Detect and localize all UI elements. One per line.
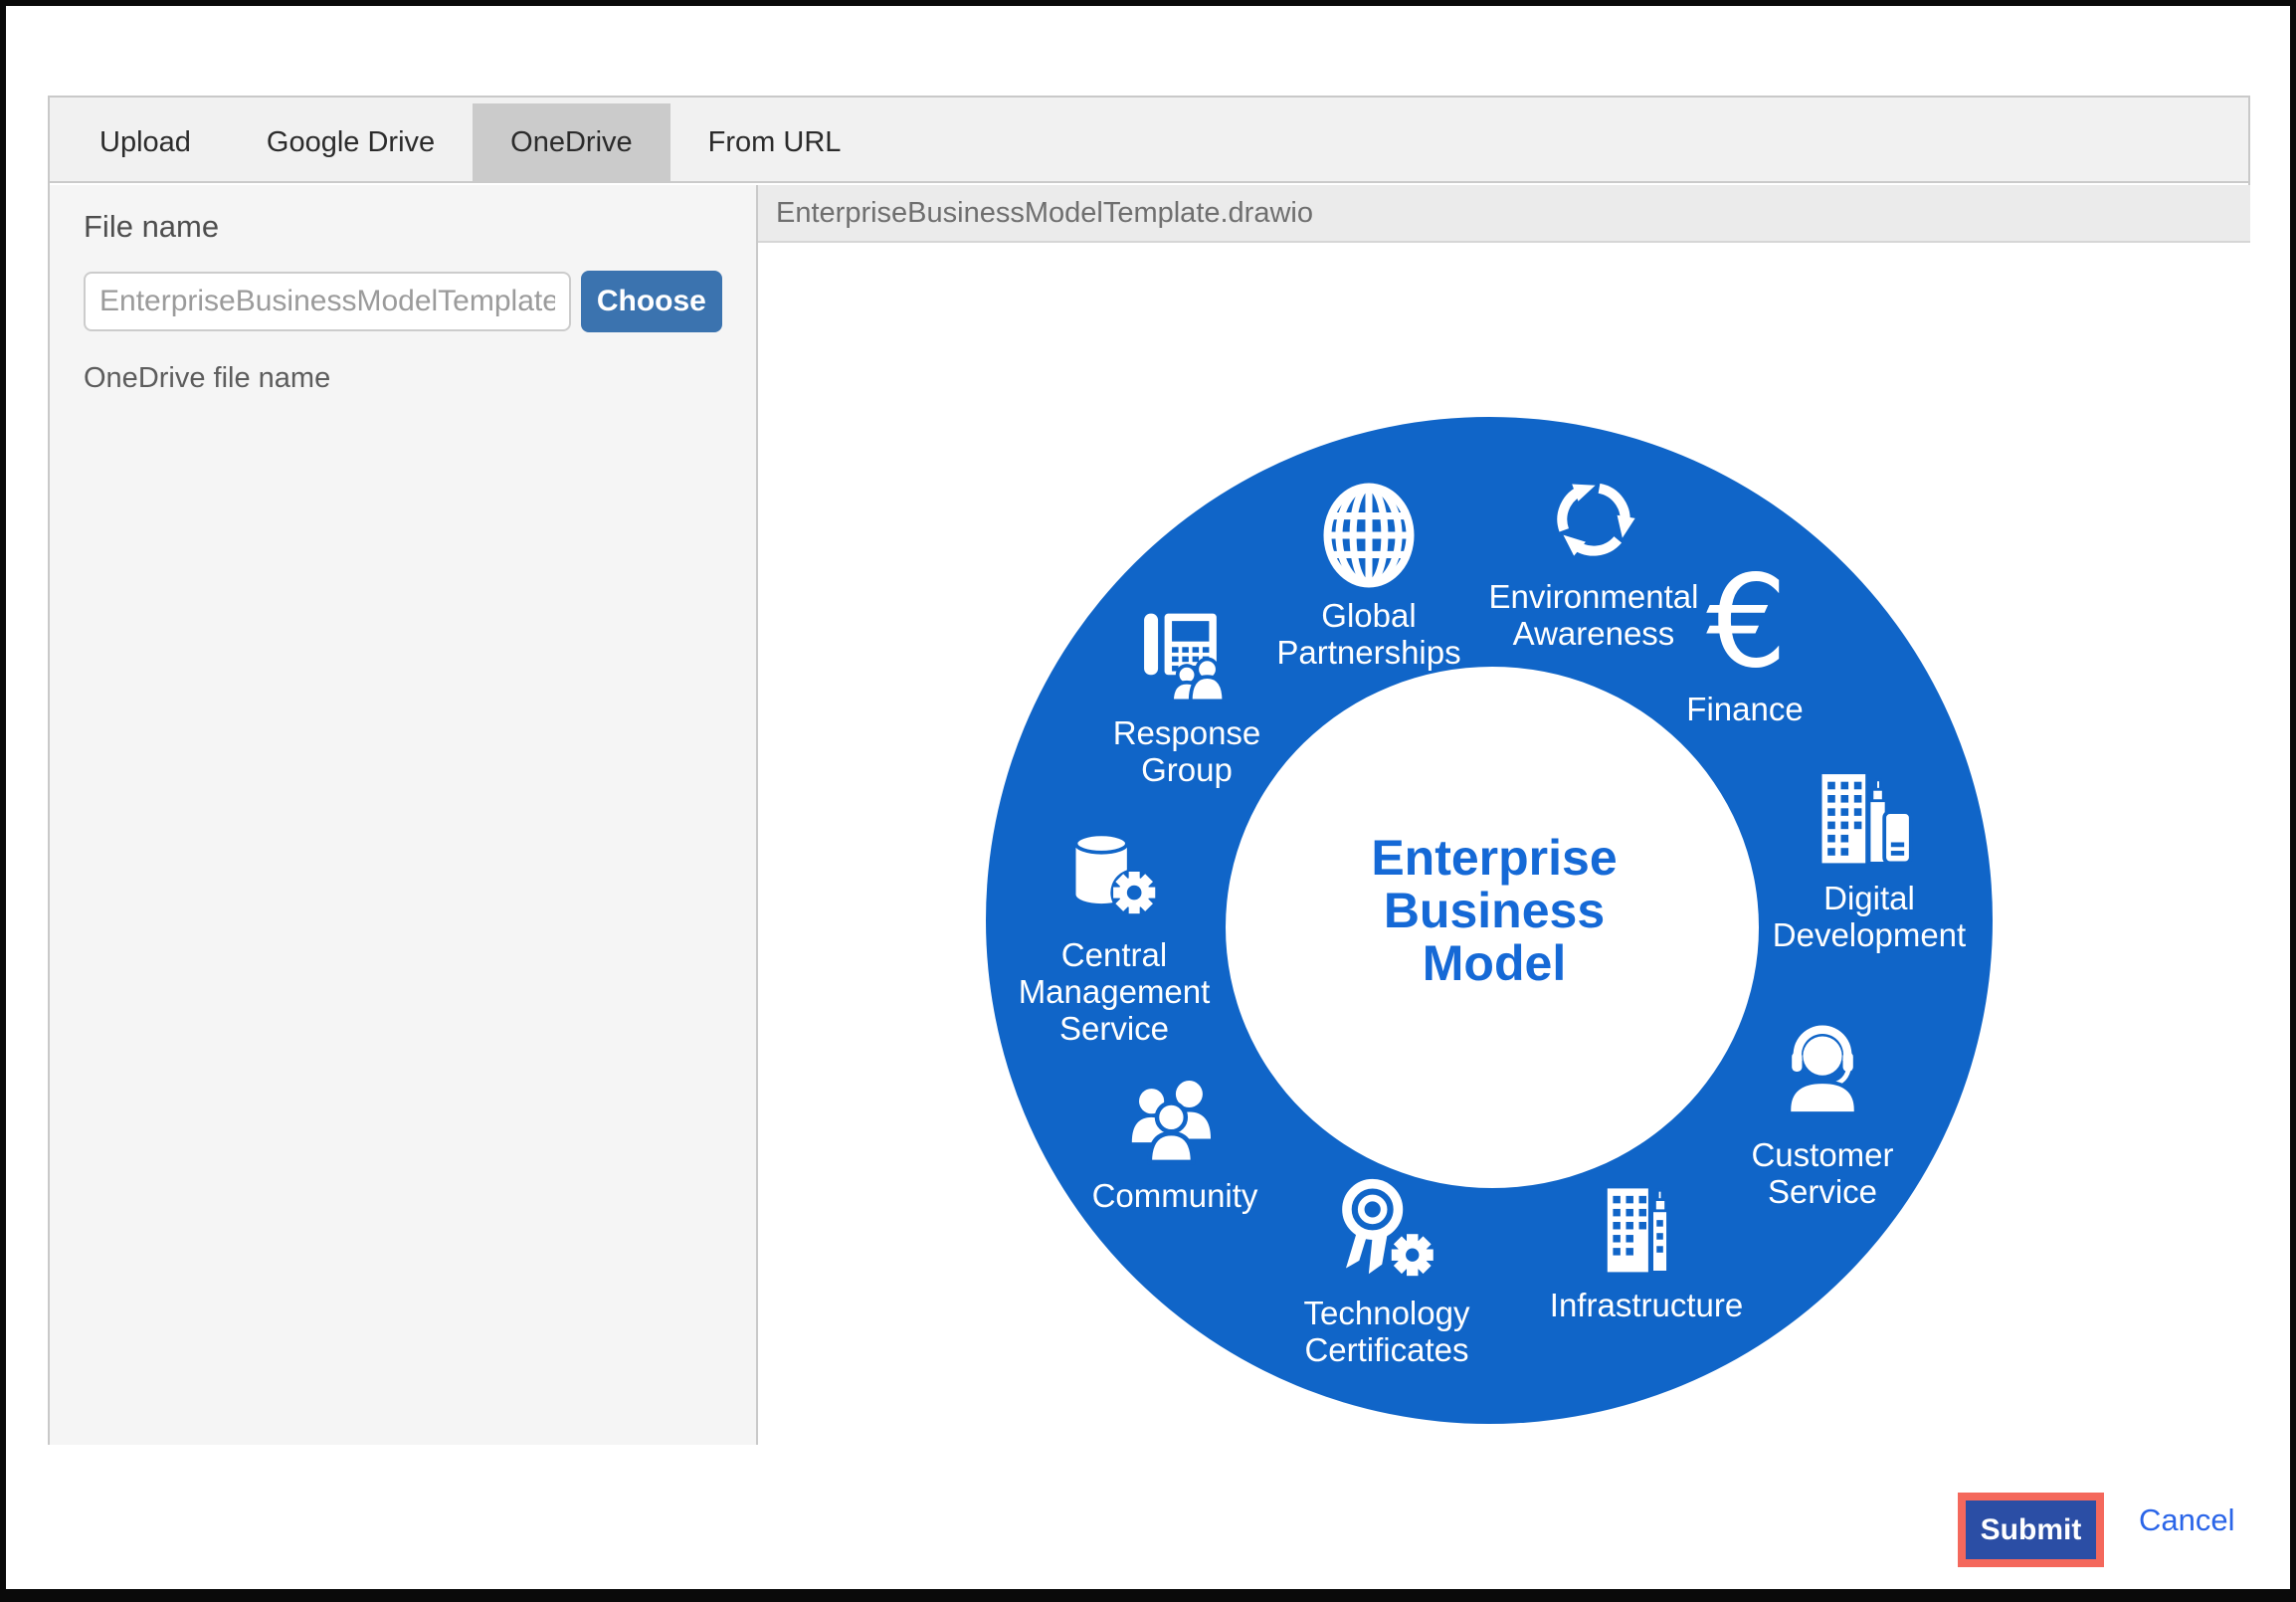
import-file-dialog: Upload Google Drive OneDrive From URL Fi… bbox=[48, 96, 2250, 1445]
ring-item-label: Digital Development bbox=[1773, 881, 1966, 954]
choose-button[interactable]: Choose bbox=[581, 271, 722, 332]
globe-icon bbox=[1320, 483, 1418, 588]
ring-item-community: Community bbox=[1011, 1065, 1339, 1215]
recycle-icon bbox=[1544, 470, 1643, 569]
tab-google-drive-label: Google Drive bbox=[267, 126, 435, 159]
svg-text:€: € bbox=[1706, 560, 1787, 682]
euro-icon: € bbox=[1685, 560, 1805, 682]
certificate-gear-icon bbox=[1325, 1171, 1448, 1286]
preview-panel: EnterpriseBusinessModelTemplate.drawio E… bbox=[758, 185, 2250, 1445]
ring-item-label: Technology Certificates bbox=[1304, 1296, 1470, 1369]
submit-button[interactable]: Submit bbox=[1966, 1501, 2096, 1559]
tab-upload[interactable]: Upload bbox=[62, 103, 229, 181]
people-group-icon bbox=[1121, 1065, 1229, 1168]
tab-from-url[interactable]: From URL bbox=[670, 103, 879, 181]
tab-bar: Upload Google Drive OneDrive From URL bbox=[50, 98, 2248, 183]
preview-file-name: EnterpriseBusinessModelTemplate.drawio bbox=[758, 185, 2250, 243]
diagram-title: Enterprise Business Model bbox=[1275, 832, 1713, 990]
ring-item-label: Finance bbox=[1686, 692, 1803, 728]
file-name-input[interactable] bbox=[84, 272, 571, 331]
diagram-preview: Enterprise Business Model bbox=[758, 243, 2250, 1443]
buildings-server-icon bbox=[1813, 757, 1926, 871]
ring-item-finance: € Finance bbox=[1581, 560, 1909, 728]
ring-item-label: Infrastructure bbox=[1550, 1288, 1743, 1324]
tab-onedrive[interactable]: OneDrive bbox=[473, 103, 670, 181]
ring-item-central-management-service: Central Management Service bbox=[950, 816, 1278, 1048]
file-name-label: File name bbox=[84, 209, 722, 245]
screenshot-frame: Upload Google Drive OneDrive From URL Fi… bbox=[0, 0, 2296, 1602]
headset-person-icon bbox=[1767, 1016, 1878, 1127]
ring-item-label: Central Management Service bbox=[1019, 937, 1211, 1048]
ring-item-response-group: Response Group bbox=[1023, 596, 1351, 789]
ring-item-label: Community bbox=[1092, 1178, 1258, 1215]
tab-upload-label: Upload bbox=[99, 126, 191, 159]
tab-google-drive[interactable]: Google Drive bbox=[229, 103, 473, 181]
footer: Submit Cancel bbox=[6, 1445, 2290, 1589]
ring-item-digital-development: Digital Development bbox=[1705, 757, 2033, 954]
cancel-link[interactable]: Cancel bbox=[2139, 1502, 2235, 1538]
left-panel: File name Choose OneDrive file name bbox=[50, 185, 758, 1445]
phone-people-icon bbox=[1131, 596, 1243, 705]
database-gear-icon bbox=[1059, 816, 1169, 927]
onedrive-file-name-label: OneDrive file name bbox=[84, 362, 722, 395]
submit-highlight: Submit bbox=[1958, 1493, 2104, 1567]
building-icon bbox=[1591, 1166, 1702, 1278]
tab-from-url-label: From URL bbox=[708, 126, 842, 159]
file-name-row: Choose bbox=[84, 271, 722, 332]
ring-item-label: Response Group bbox=[1113, 715, 1261, 789]
tab-onedrive-label: OneDrive bbox=[510, 126, 633, 159]
